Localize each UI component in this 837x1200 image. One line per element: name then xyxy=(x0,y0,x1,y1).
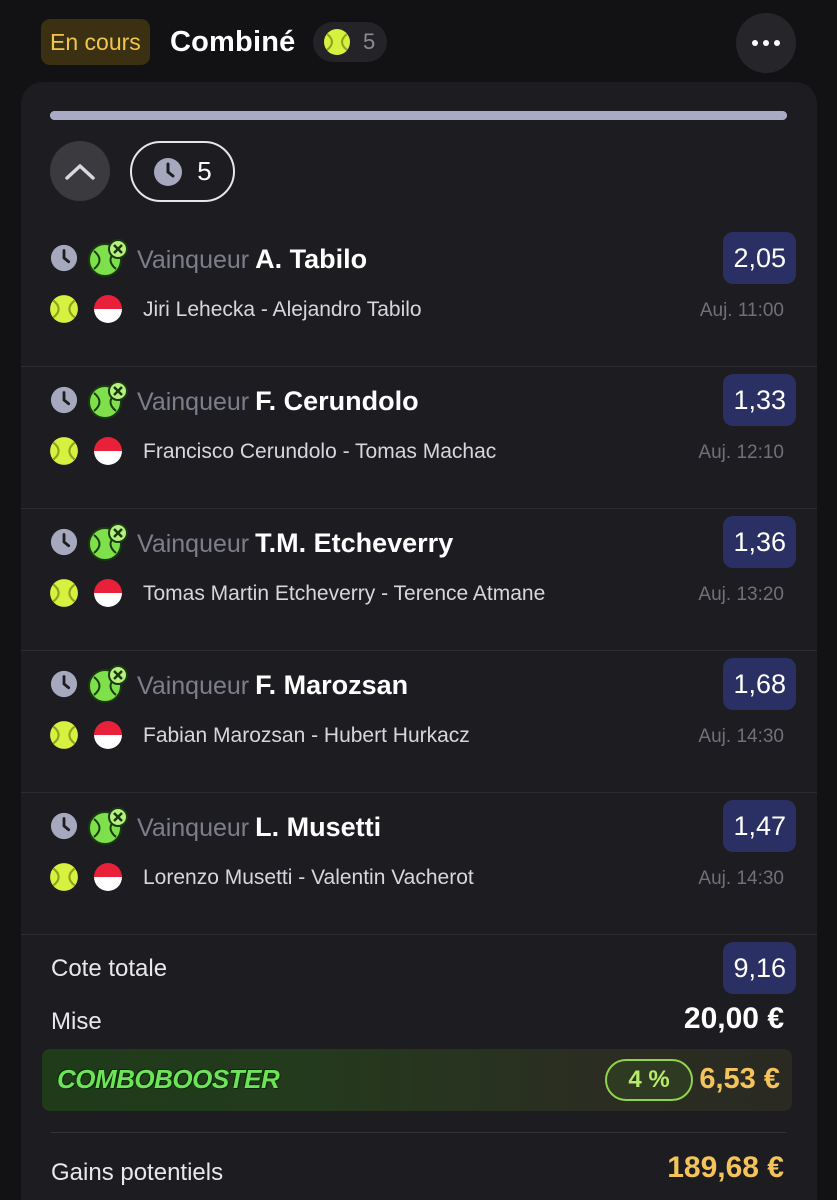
booster-amount: 6,53 € xyxy=(699,1063,780,1095)
progress-fill xyxy=(50,111,787,120)
tennis-ball-icon xyxy=(50,437,78,465)
clock-icon xyxy=(50,812,78,840)
combo-ball-icon xyxy=(88,523,128,561)
tennis-ball-icon xyxy=(50,579,78,607)
more-horizontal-icon xyxy=(752,40,758,46)
selection-row[interactable]: Vainqueur F. Marozsan 1,68 Fabian Marozsa… xyxy=(21,651,817,793)
combo-booster-logo: COMBOBOOSTER xyxy=(57,1064,280,1094)
combo-ball-icon xyxy=(88,239,128,277)
tennis-ball-icon xyxy=(50,295,78,323)
more-options-button[interactable] xyxy=(736,13,796,73)
progress-bar xyxy=(50,111,787,120)
odd-badge: 1,68 xyxy=(723,658,796,710)
total-odds-badge: 9,16 xyxy=(723,942,796,994)
clock-icon xyxy=(50,386,78,414)
flag-icon xyxy=(94,721,122,749)
selection-pick: F. Cerundolo xyxy=(255,386,419,416)
pending-filter-pill[interactable]: 5 xyxy=(130,141,235,202)
selection-pick: A. Tabilo xyxy=(255,244,368,274)
match-time: Auj. 12:10 xyxy=(698,442,784,463)
selection-pick: F. Marozsan xyxy=(255,670,409,700)
market-line: Vainqueur F. Cerundolo xyxy=(137,386,419,417)
total-odds-label: Cote totale xyxy=(51,955,168,982)
clock-icon xyxy=(50,528,78,556)
header: En cours Combiné 5 xyxy=(0,0,837,82)
divider xyxy=(51,1132,786,1133)
stake-label: Mise xyxy=(51,1008,102,1035)
match-time: Auj. 14:30 xyxy=(698,868,784,889)
clock-icon xyxy=(154,157,183,186)
tennis-ball-icon xyxy=(50,863,78,891)
flag-icon xyxy=(94,579,122,607)
market-line: Vainqueur F. Marozsan xyxy=(137,670,408,701)
selections-list: Vainqueur A. Tabilo 2,05 Jiri Lehecka - A… xyxy=(21,225,817,935)
market-line: Vainqueur T.M. Etcheverry xyxy=(137,528,453,559)
booster-percent-pill: 4 % xyxy=(605,1059,693,1101)
flag-icon xyxy=(94,437,122,465)
page-title: Combiné xyxy=(170,26,296,58)
match-name: Tomas Martin Etcheverry - Terence Atmane xyxy=(143,582,546,605)
match-name: Jiri Lehecka - Alejandro Tabilo xyxy=(143,298,422,321)
potential-gains-label: Gains potentiels xyxy=(51,1159,224,1186)
flag-icon xyxy=(94,863,122,891)
potential-gains-value: 189,68 € xyxy=(667,1151,784,1184)
tennis-ball-icon xyxy=(50,721,78,749)
selection-count-pill: 5 xyxy=(313,22,387,62)
selection-row[interactable]: Vainqueur T.M. Etcheverry 1,36 Tomas Mart… xyxy=(21,509,817,651)
market-label: Vainqueur xyxy=(137,530,250,558)
market-label: Vainqueur xyxy=(137,814,250,842)
odd-badge: 1,47 xyxy=(723,800,796,852)
market-label: Vainqueur xyxy=(137,388,250,416)
selection-pick: L. Musetti xyxy=(255,812,382,842)
match-name: Francisco Cerundolo - Tomas Machac xyxy=(143,440,497,463)
match-name: Lorenzo Musetti - Valentin Vacherot xyxy=(143,866,474,889)
clock-icon xyxy=(50,244,78,272)
bet-card: 5 Vainqueur A. Tabilo 2,05 Jiri Lehecka -… xyxy=(21,82,817,1200)
clock-icon xyxy=(50,670,78,698)
odd-badge: 1,33 xyxy=(723,374,796,426)
selection-pick: T.M. Etcheverry xyxy=(255,528,454,558)
pending-count: 5 xyxy=(197,156,212,186)
match-name: Fabian Marozsan - Hubert Hurkacz xyxy=(143,724,470,747)
selection-count: 5 xyxy=(363,29,376,54)
odd-badge: 2,05 xyxy=(723,232,796,284)
stake-value: 20,00 € xyxy=(683,1002,784,1035)
match-time: Auj. 13:20 xyxy=(698,584,784,605)
match-time: Auj. 11:00 xyxy=(699,300,784,321)
market-line: Vainqueur A. Tabilo xyxy=(137,244,367,275)
combo-booster-banner[interactable]: COMBOBOOSTER 4 % 6,53 € xyxy=(42,1049,792,1111)
flag-icon xyxy=(94,295,122,323)
collapse-button[interactable] xyxy=(50,141,110,201)
market-line: Vainqueur L. Musetti xyxy=(137,812,381,843)
odd-badge: 1,36 xyxy=(723,516,796,568)
selection-row[interactable]: Vainqueur L. Musetti 1,47 Lorenzo Musetti… xyxy=(21,793,817,935)
status-badge: En cours xyxy=(41,19,150,65)
market-label: Vainqueur xyxy=(137,246,250,274)
market-label: Vainqueur xyxy=(137,672,250,700)
selection-row[interactable]: Vainqueur A. Tabilo 2,05 Jiri Lehecka - A… xyxy=(21,225,817,367)
match-time: Auj. 14:30 xyxy=(698,726,784,747)
selection-row[interactable]: Vainqueur F. Cerundolo 1,33 Francisco Cer… xyxy=(21,367,817,509)
combo-ball-icon xyxy=(88,665,128,703)
combo-ball-icon xyxy=(88,381,128,419)
chevron-up-icon xyxy=(65,164,95,180)
combo-ball-icon xyxy=(88,807,128,845)
tennis-ball-icon xyxy=(324,29,350,55)
